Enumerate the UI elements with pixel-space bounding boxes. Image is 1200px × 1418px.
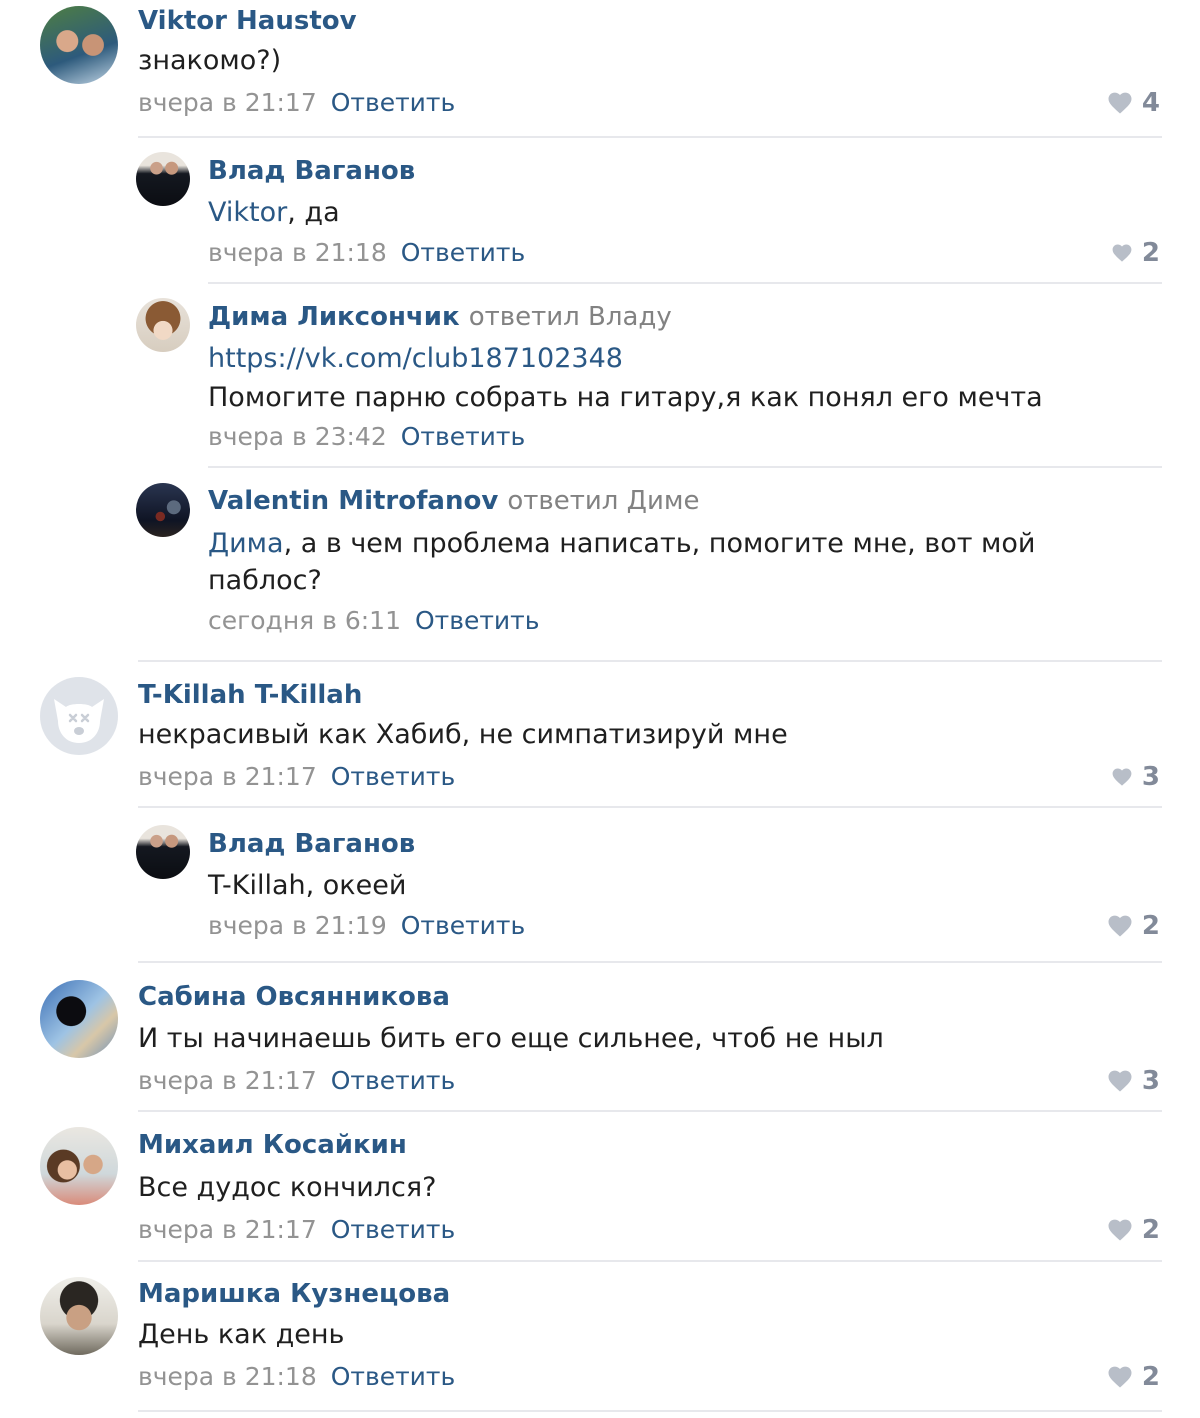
user-avatar[interactable] [136, 483, 190, 537]
comment-author: Valentin Mitrofanov ответил Диме [208, 486, 700, 516]
reply-button[interactable]: Ответить [401, 422, 525, 451]
reply-button[interactable]: Ответить [331, 88, 455, 117]
comment-author: Дима Ликсончик ответил Владу [208, 302, 672, 332]
reply-button[interactable]: Ответить [331, 1066, 455, 1095]
comment-author[interactable]: Влад Ваганов [208, 829, 415, 859]
reply-button[interactable]: Ответить [331, 762, 455, 791]
replied-to-label[interactable]: ответил Диме [507, 486, 699, 516]
mention-link[interactable]: T-Killah [208, 870, 306, 901]
like-count: 2 [1141, 1215, 1160, 1245]
comment-meta: вчера в 21:17 Ответить [138, 762, 455, 792]
comment-time[interactable]: вчера в 23:42 [208, 422, 387, 451]
like-count: 3 [1141, 762, 1160, 792]
comment-time[interactable]: вчера в 21:17 [138, 1215, 317, 1244]
divider [138, 806, 1162, 808]
like-count: 3 [1141, 1066, 1160, 1096]
comment-meta: вчера в 23:42 Ответить [208, 422, 525, 452]
replied-to-label[interactable]: ответил Владу [469, 302, 672, 332]
comment-meta: вчера в 21:19 Ответить [208, 911, 525, 941]
divider [208, 282, 1162, 284]
comment-time[interactable]: вчера в 21:17 [138, 88, 317, 117]
user-avatar[interactable] [136, 152, 190, 206]
like-count: 2 [1141, 911, 1160, 941]
comment-meta: вчера в 21:18 Ответить [138, 1362, 455, 1392]
heart-icon [1108, 1070, 1132, 1092]
comment-text-continued: паблос? [208, 565, 322, 596]
comment-meta: вчера в 21:17 Ответить [138, 1215, 455, 1245]
like-count: 2 [1141, 1362, 1160, 1392]
comment-text: День как день [138, 1319, 345, 1350]
comment-time[interactable]: вчера в 21:17 [138, 1066, 317, 1095]
comment-text: знакомо?) [138, 45, 282, 76]
comment-text: некрасивый как Хабиб, не симпатизируй мн… [138, 719, 788, 750]
comment-text: Все дудос кончился? [138, 1172, 437, 1203]
user-avatar[interactable] [40, 677, 118, 755]
user-avatar[interactable] [40, 1277, 118, 1355]
comment-meta: вчера в 21:17 Ответить [138, 1066, 455, 1096]
divider [138, 1410, 1162, 1412]
comment-author[interactable]: Маришка Кузнецова [138, 1279, 450, 1309]
like-button[interactable]: 2 [1108, 1362, 1160, 1392]
comment-time[interactable]: вчера в 21:18 [138, 1362, 317, 1391]
comment-text: Viktor, да [208, 197, 340, 228]
like-count: 2 [1141, 238, 1160, 268]
comment-author[interactable]: Михаил Косайкин [138, 1130, 407, 1160]
heart-icon [1108, 1219, 1132, 1241]
comment-time[interactable]: вчера в 21:19 [208, 911, 387, 940]
divider [208, 466, 1162, 468]
mention-link[interactable]: Дима [208, 528, 284, 559]
comment-text: Дима, а в чем проблема написать, помогит… [208, 528, 1036, 559]
divider [138, 1260, 1162, 1262]
divider [138, 660, 1162, 662]
like-button[interactable]: 3 [1108, 1066, 1160, 1096]
user-avatar[interactable] [40, 6, 118, 84]
divider [138, 1110, 1162, 1112]
comment-time[interactable]: вчера в 21:18 [208, 238, 387, 267]
comment-text: Помогите парню собрать на гитару,я как п… [208, 382, 1043, 413]
like-button[interactable]: 4 [1108, 88, 1160, 118]
external-link[interactable]: https://vk.com/club187102348 [208, 343, 623, 374]
comment-text: T-Killah, океей [208, 870, 407, 901]
like-button[interactable]: 2 [1112, 238, 1160, 268]
user-avatar[interactable] [40, 980, 118, 1058]
comment-author[interactable]: Сабина Овсянникова [138, 982, 450, 1012]
reply-button[interactable]: Ответить [331, 1362, 455, 1391]
user-avatar[interactable] [136, 298, 190, 352]
mention-link[interactable]: Viktor [208, 197, 287, 228]
heart-icon [1108, 92, 1132, 114]
reply-button[interactable]: Ответить [401, 911, 525, 940]
divider [138, 961, 1162, 963]
comment-time[interactable]: сегодня в 6:11 [208, 606, 401, 635]
deactivated-dog-icon [54, 699, 104, 743]
like-button[interactable]: 3 [1112, 762, 1160, 792]
user-avatar[interactable] [40, 1127, 118, 1205]
comment-meta: вчера в 21:17 Ответить [138, 88, 455, 118]
heart-icon [1108, 915, 1132, 937]
like-count: 4 [1141, 88, 1160, 118]
comment-text: И ты начинаешь бить его еще сильнее, что… [138, 1023, 884, 1054]
comment-link: https://vk.com/club187102348 [208, 340, 623, 378]
reply-button[interactable]: Ответить [331, 1215, 455, 1244]
comment-meta: сегодня в 6:11 Ответить [208, 606, 539, 636]
comment-time[interactable]: вчера в 21:17 [138, 762, 317, 791]
comment-author[interactable]: Viktor Haustov [138, 6, 357, 36]
comment-meta: вчера в 21:18 Ответить [208, 238, 525, 268]
comment-author[interactable]: T-Killah T-Killah [138, 680, 362, 710]
like-button[interactable]: 2 [1108, 911, 1160, 941]
reply-button[interactable]: Ответить [415, 606, 539, 635]
like-button[interactable]: 2 [1108, 1215, 1160, 1245]
reply-button[interactable]: Ответить [401, 238, 525, 267]
divider [138, 136, 1162, 138]
heart-icon [1108, 1366, 1132, 1388]
heart-icon [1112, 244, 1132, 262]
user-avatar[interactable] [136, 825, 190, 879]
heart-icon [1112, 768, 1132, 786]
comment-author[interactable]: Влад Ваганов [208, 156, 415, 186]
